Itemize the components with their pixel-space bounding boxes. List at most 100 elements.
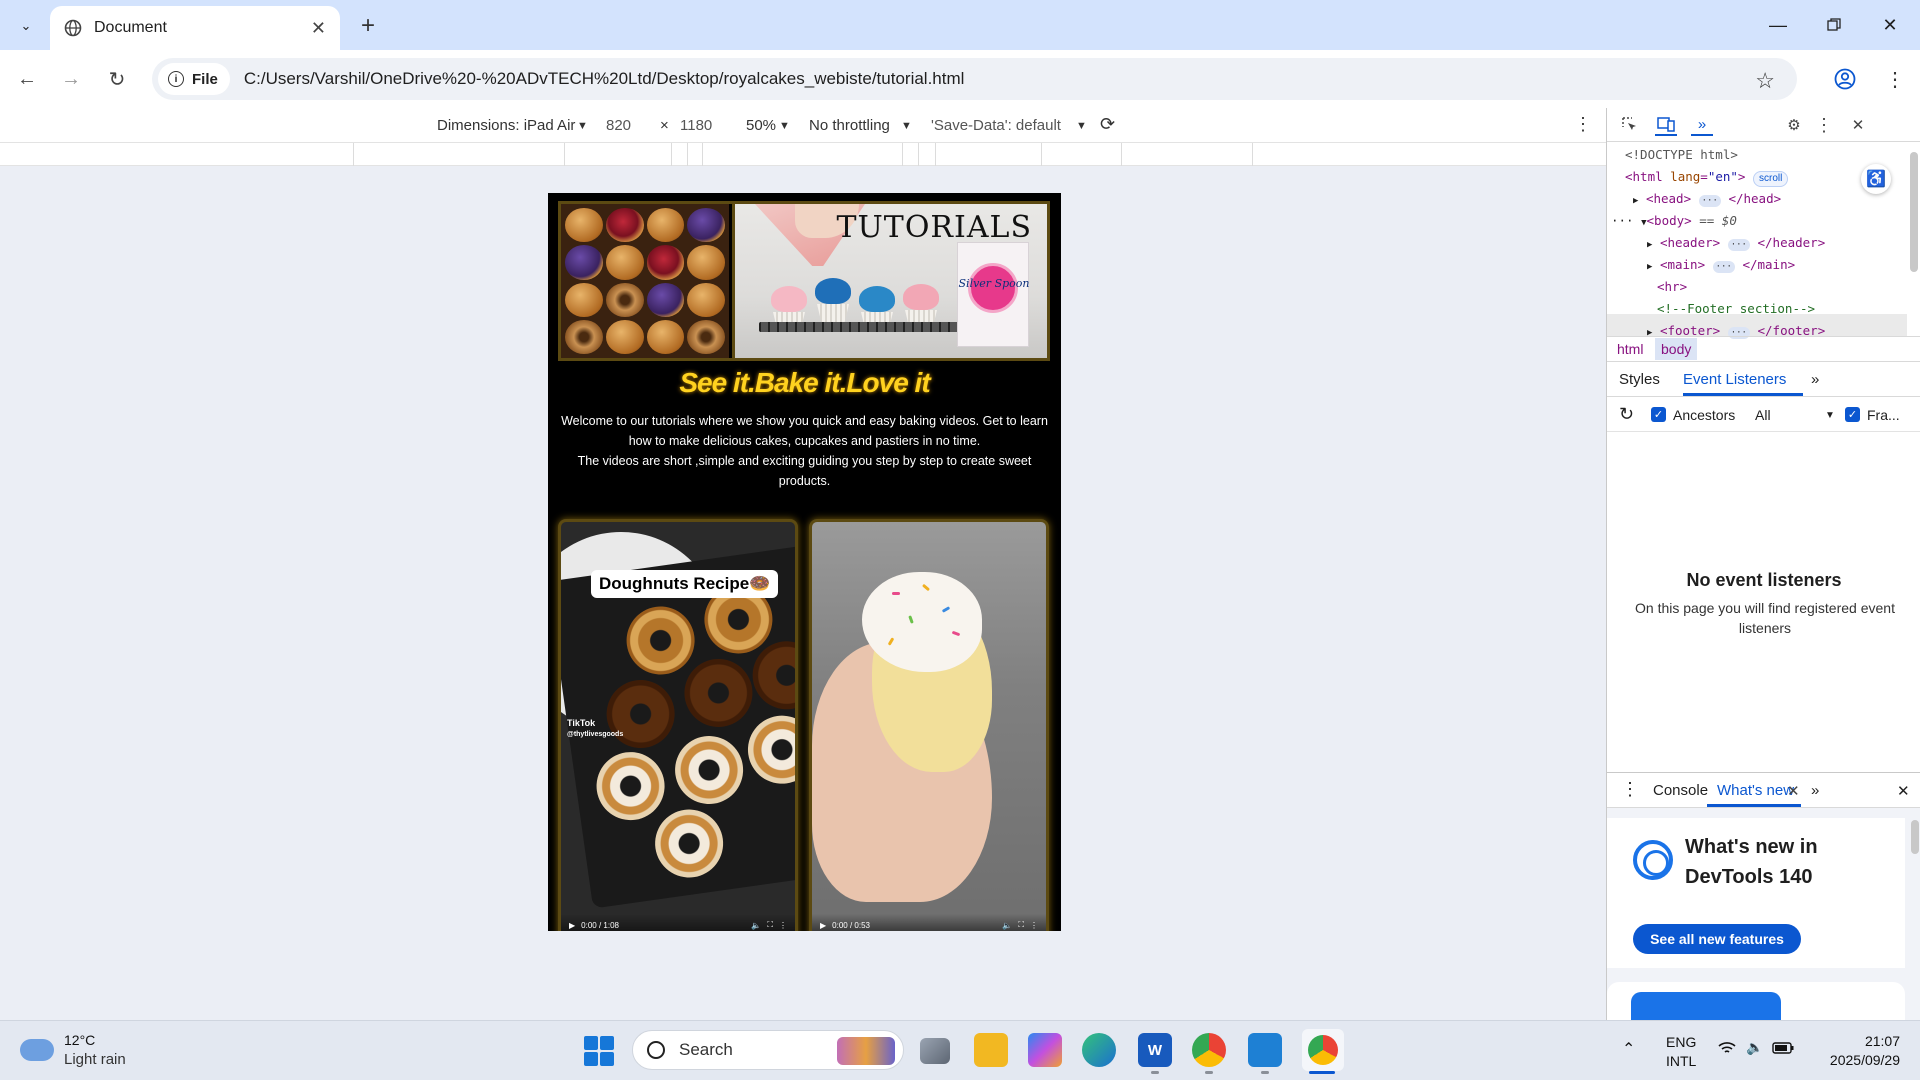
vscode-icon[interactable] xyxy=(1248,1033,1282,1067)
feature-preview-card[interactable] xyxy=(1607,982,1905,1022)
battery-icon[interactable] xyxy=(1772,1041,1794,1057)
devtools-menu-icon[interactable]: ⋮ xyxy=(1813,114,1835,136)
drawer-scrollbar[interactable] xyxy=(1911,820,1919,854)
throttling-dropdown-icon[interactable]: ▼ xyxy=(901,120,912,132)
edge-icon[interactable] xyxy=(1082,1033,1116,1067)
main-node[interactable]: ▶ <main> ··· </main> xyxy=(1647,254,1795,279)
tab-search-chevron-icon[interactable]: ⌄ xyxy=(10,10,42,42)
restore-icon[interactable] xyxy=(1806,0,1862,50)
header-tag: <header> xyxy=(1659,235,1721,250)
head-node[interactable]: ▶ <head> ··· </head> xyxy=(1633,188,1781,213)
more-drawer-tabs-icon[interactable]: » xyxy=(1811,782,1819,799)
save-data-select[interactable]: 'Save-Data': default xyxy=(931,117,1061,134)
dimensions-select[interactable]: Dimensions: iPad Air xyxy=(437,117,575,134)
browser-tab[interactable]: Document ✕ xyxy=(50,6,340,50)
profile-icon[interactable] xyxy=(1830,64,1860,94)
chip-label: File xyxy=(192,70,218,88)
elements-scrollbar[interactable] xyxy=(1910,152,1918,272)
chrome-active-icon[interactable] xyxy=(1302,1029,1344,1071)
chrome-icon[interactable] xyxy=(1192,1033,1226,1067)
head-ellipsis[interactable]: ··· xyxy=(1698,195,1721,207)
tab-console[interactable]: Console xyxy=(1653,782,1708,799)
copilot-icon[interactable] xyxy=(1028,1033,1062,1067)
video-more-icon[interactable]: ⋮ xyxy=(1030,921,1038,930)
volume-icon[interactable]: 🔈 xyxy=(1746,1039,1763,1056)
doctype-node[interactable]: <!DOCTYPE html> xyxy=(1625,144,1738,166)
rotate-icon[interactable]: ⟳ xyxy=(1100,114,1115,135)
address-bar[interactable]: i File C:/Users/Varshil/OneDrive%20-%20A… xyxy=(152,58,1797,100)
tab-close-icon[interactable]: ✕ xyxy=(311,18,326,39)
throttling-select[interactable]: No throttling xyxy=(809,117,890,134)
breadcrumb-body[interactable]: body xyxy=(1655,338,1698,360)
weather-widget[interactable]: 12°C Light rain xyxy=(20,1031,126,1069)
task-view-icon[interactable] xyxy=(920,1038,950,1064)
volume-icon[interactable]: 🔈 xyxy=(1002,921,1012,930)
save-data-dropdown-icon[interactable]: ▼ xyxy=(1076,120,1087,132)
drawer-menu-icon[interactable]: ⋮ xyxy=(1621,779,1639,800)
forward-icon[interactable]: → xyxy=(56,64,86,94)
tray-overflow-chevron-icon[interactable]: ⌃ xyxy=(1622,1039,1635,1059)
file-explorer-icon[interactable] xyxy=(974,1033,1008,1067)
header-node[interactable]: ▶ <header> ··· </header> xyxy=(1647,232,1825,257)
url-text[interactable]: C:/Users/Varshil/OneDrive%20-%20ADvTECH%… xyxy=(244,69,965,89)
main-ellipsis[interactable]: ··· xyxy=(1712,261,1735,273)
close-whats-new-icon[interactable]: ✕ xyxy=(1787,782,1800,800)
zoom-select[interactable]: 50% xyxy=(746,117,776,134)
framework-checkbox[interactable]: ✓ xyxy=(1845,407,1860,422)
ancestors-checkbox[interactable]: ✓ xyxy=(1651,407,1666,422)
settings-gear-icon[interactable]: ⚙ xyxy=(1783,114,1805,136)
footer-comment-node[interactable]: <!--Footer section--> xyxy=(1657,298,1815,320)
input-language[interactable]: ENG INTL xyxy=(1666,1033,1696,1071)
video-more-icon[interactable]: ⋮ xyxy=(779,921,787,930)
new-tab-icon[interactable]: + xyxy=(352,10,384,42)
header-ellipsis[interactable]: ··· xyxy=(1727,239,1750,251)
tab-event-listeners[interactable]: Event Listeners xyxy=(1683,371,1786,388)
close-devtools-icon[interactable]: ✕ xyxy=(1847,114,1869,136)
close-drawer-icon[interactable]: ✕ xyxy=(1897,782,1910,800)
breadcrumb-html[interactable]: html xyxy=(1617,341,1643,357)
video-overlay-title: Doughnuts Recipe🍩 xyxy=(591,570,779,598)
wifi-icon[interactable] xyxy=(1718,1041,1736,1058)
cooling-rack xyxy=(759,322,964,332)
play-icon[interactable]: ▶ xyxy=(569,921,575,930)
inspect-element-icon[interactable] xyxy=(1619,114,1641,136)
html-node[interactable]: <html lang="en"> scroll xyxy=(1625,166,1789,188)
more-panels-icon[interactable]: » xyxy=(1691,114,1713,136)
cupcake-video[interactable]: ▶ 0:00 / 0:53 🔈 ⛶ ⋮ xyxy=(809,519,1049,931)
play-icon[interactable]: ▶ xyxy=(820,921,826,930)
browser-menu-icon[interactable]: ⋮ xyxy=(1880,64,1910,94)
tab-whats-new[interactable]: What's new xyxy=(1717,782,1794,799)
reload-icon[interactable]: ↻ xyxy=(102,64,132,94)
tab-styles[interactable]: Styles xyxy=(1619,371,1660,388)
close-window-icon[interactable]: ✕ xyxy=(1862,0,1918,50)
minimize-icon[interactable]: — xyxy=(1750,0,1806,50)
framework-label: Fra... xyxy=(1867,407,1900,423)
hr-node[interactable]: <hr> xyxy=(1657,276,1687,298)
windows-start-icon[interactable] xyxy=(584,1036,614,1066)
back-icon[interactable]: ← xyxy=(12,64,42,94)
more-tabs-icon[interactable]: » xyxy=(1811,371,1819,388)
dimensions-dropdown-icon[interactable]: ▼ xyxy=(577,120,588,132)
fullscreen-icon[interactable]: ⛶ xyxy=(1018,920,1024,930)
system-clock[interactable]: 21:07 2025/09/29 xyxy=(1830,1032,1900,1070)
site-info-chip[interactable]: i File xyxy=(158,63,230,95)
accessibility-icon[interactable]: ♿ xyxy=(1861,164,1891,194)
device-toggle-icon[interactable] xyxy=(1655,114,1677,136)
zoom-dropdown-icon[interactable]: ▼ xyxy=(779,120,790,132)
word-icon[interactable]: W xyxy=(1138,1033,1172,1067)
device-options-icon[interactable]: ⋮ xyxy=(1574,114,1592,135)
see-all-features-button[interactable]: See all new features xyxy=(1633,924,1801,954)
volume-icon[interactable]: 🔈 xyxy=(751,921,761,930)
height-input[interactable]: 1180 xyxy=(680,117,712,134)
doughnuts-video[interactable]: Doughnuts Recipe🍩 TikTok @thytlivesgoods… xyxy=(558,519,798,931)
row-dots[interactable]: ··· xyxy=(1611,213,1634,228)
fullscreen-icon[interactable]: ⛶ xyxy=(767,920,773,930)
listener-filter-select[interactable]: All xyxy=(1755,407,1771,423)
bookmark-star-icon[interactable]: ☆ xyxy=(1755,68,1775,94)
filter-dropdown-icon[interactable]: ▼ xyxy=(1825,410,1835,421)
refresh-icon[interactable]: ↻ xyxy=(1619,404,1634,425)
scroll-badge[interactable]: scroll xyxy=(1752,171,1789,187)
body-node[interactable]: ··· ▼<body> == $0 xyxy=(1611,210,1737,235)
taskbar-search[interactable]: Search xyxy=(632,1030,904,1070)
width-input[interactable]: 820 xyxy=(606,117,631,134)
